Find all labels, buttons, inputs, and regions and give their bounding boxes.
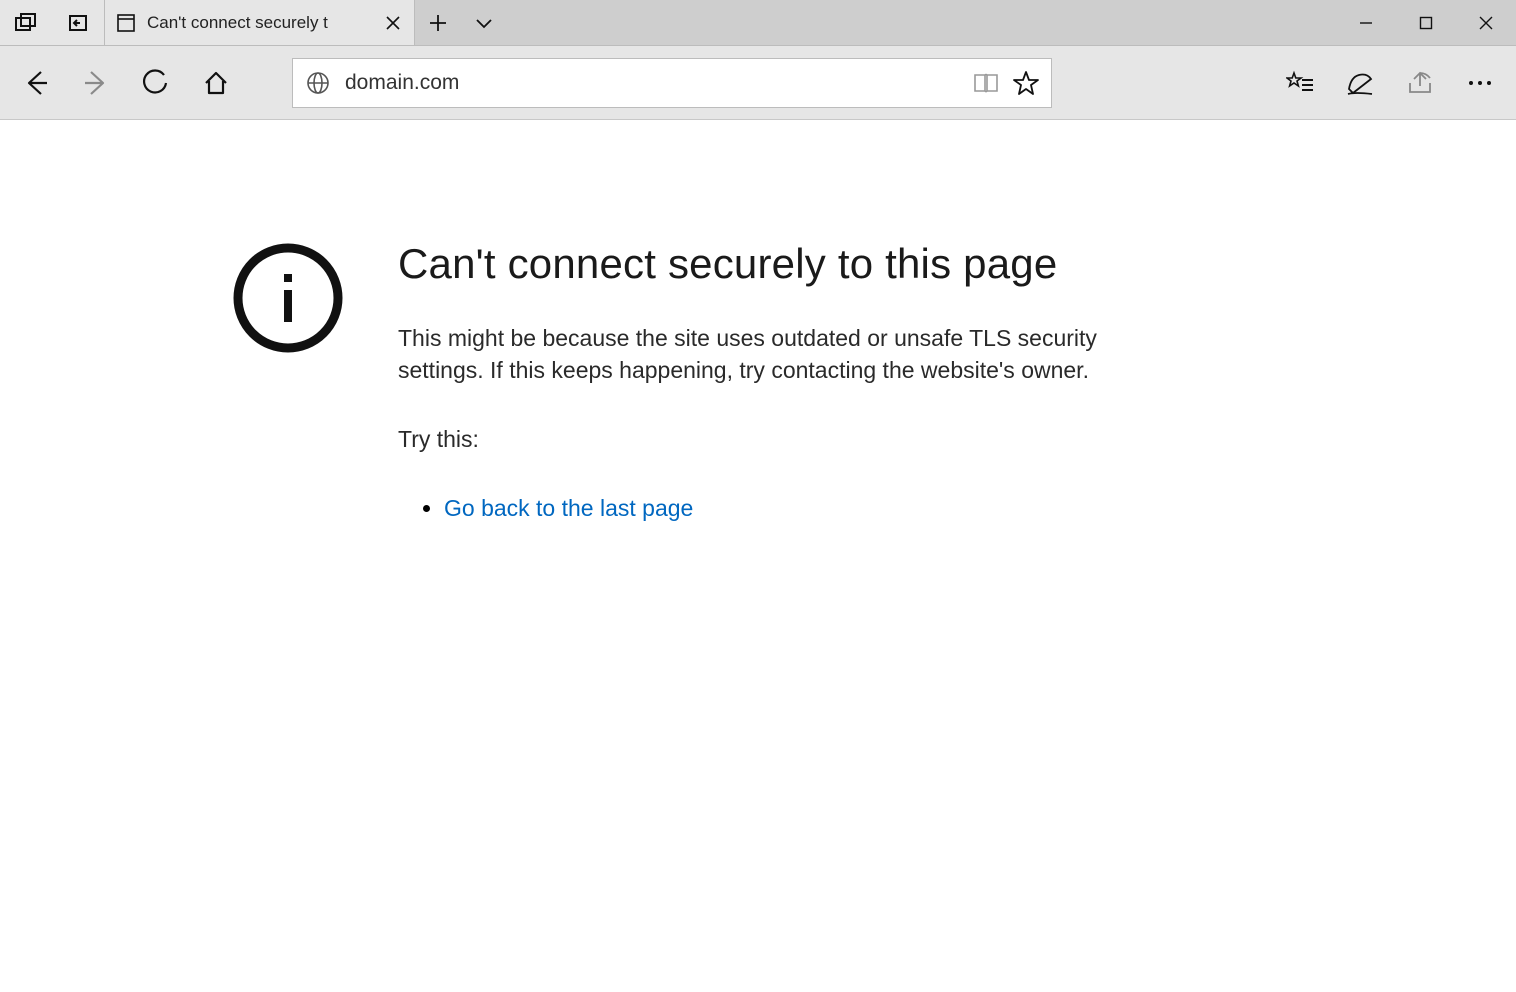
navbar	[0, 46, 1516, 120]
error-heading: Can't connect securely to this page	[398, 240, 1158, 288]
forward-button[interactable]	[68, 55, 124, 111]
window-controls	[1336, 0, 1516, 45]
error-actions: Go back to the last page	[398, 495, 1158, 522]
go-back-link[interactable]: Go back to the last page	[444, 495, 693, 521]
address-bar[interactable]	[292, 58, 1052, 108]
error-content: Can't connect securely to this page This…	[398, 240, 1158, 522]
info-icon	[230, 240, 346, 356]
titlebar-left-controls	[0, 0, 105, 45]
set-aside-tabs-icon[interactable]	[66, 11, 90, 35]
share-icon[interactable]	[1392, 55, 1448, 111]
favorites-list-icon[interactable]	[1272, 55, 1328, 111]
tab-close-button[interactable]	[384, 14, 402, 32]
minimize-button[interactable]	[1336, 0, 1396, 46]
refresh-button[interactable]	[128, 55, 184, 111]
titlebar-drag-area[interactable]	[507, 0, 1336, 45]
reading-view-icon[interactable]	[973, 70, 999, 96]
favorite-star-icon[interactable]	[1013, 70, 1039, 96]
browser-tab[interactable]: Can't connect securely t	[105, 0, 415, 45]
maximize-button[interactable]	[1396, 0, 1456, 46]
notes-icon[interactable]	[1332, 55, 1388, 111]
back-button[interactable]	[8, 55, 64, 111]
titlebar: Can't connect securely t	[0, 0, 1516, 46]
tab-title: Can't connect securely t	[147, 13, 372, 33]
list-item: Go back to the last page	[444, 495, 1158, 522]
navbar-right	[1272, 55, 1508, 111]
error-page: Can't connect securely to this page This…	[0, 120, 1516, 522]
tab-actions	[415, 0, 507, 45]
page-icon	[117, 14, 135, 32]
try-this-label: Try this:	[398, 426, 1158, 453]
new-tab-button[interactable]	[415, 0, 461, 46]
close-window-button[interactable]	[1456, 0, 1516, 46]
settings-menu-icon[interactable]	[1452, 55, 1508, 111]
error-description: This might be because the site uses outd…	[398, 322, 1158, 386]
globe-icon	[305, 70, 331, 96]
url-input[interactable]	[345, 71, 959, 95]
tab-menu-button[interactable]	[461, 0, 507, 46]
home-button[interactable]	[188, 55, 244, 111]
tab-preview-icon[interactable]	[14, 11, 38, 35]
